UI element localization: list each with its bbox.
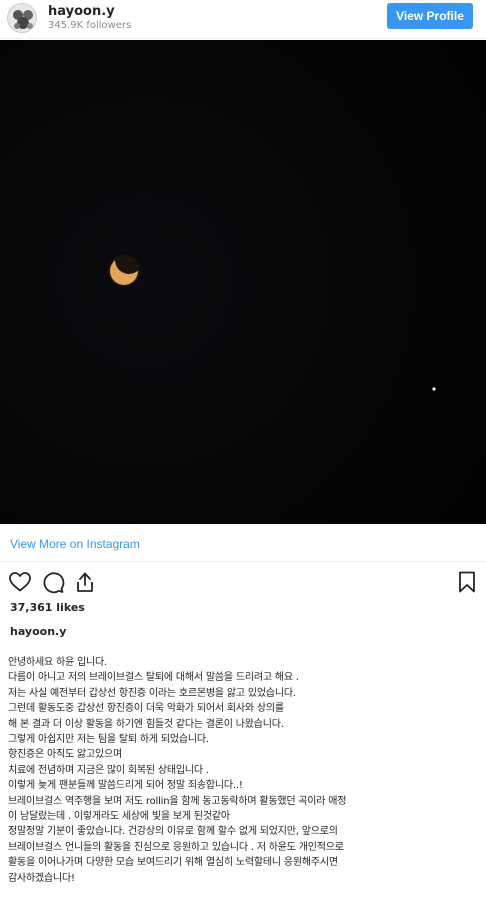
caption-line: 그렇게 아쉽지만 저는 팀을 탈퇴 하게 되었습니다. — [8, 734, 209, 746]
post-caption: 안녕하세요 하윤 입니다. 다름이 아니고 저의 브레이브걸스 탈퇴에 대해서 … — [8, 655, 478, 886]
post-header: hayoon.y 345.9K followers View Profile — [0, 0, 486, 39]
caption-line: 정말정말 기분이 좋았습니다. 건강상의 이유로 함께 할수 없게 되었지만, … — [8, 826, 338, 838]
caption-line: 그런데 활동도중 갑상선 항진증이 더욱 악화가 되어서 회사와 상의를 — [8, 703, 284, 715]
likes-count: 37,361 likes — [10, 601, 85, 614]
caption-line: 브레이브걸스 역주행을 보며 저도 rollin을 함께 동고동락하며 활동했던… — [8, 795, 347, 807]
caption-line: 안녕하세요 하윤 입니다. — [8, 657, 107, 668]
caption-line: 해 본 결과 더 이상 활동을 하기엔 힘들것 같다는 결론이 나왔습니다. — [8, 718, 284, 730]
avatar-image — [8, 4, 36, 32]
caption-line: 활동을 이어나가며 다양한 모습 보여드리기 위해 열심히 노력할테니 응원해주… — [8, 857, 338, 869]
crescent-moon — [0, 40, 486, 524]
caption-line: 감사하겠습니다! — [8, 872, 75, 884]
caption-line: 브레이브걸스 언니들의 활동을 진심으로 응원하고 있습니다 . 저 하윤도 개… — [8, 841, 344, 853]
action-bar — [0, 565, 486, 599]
profile-username[interactable]: hayoon.y — [48, 4, 115, 19]
caption-line: 이 남달랐는데 . 이렇게라도 세상에 빛을 보게 된것같아 — [8, 811, 230, 823]
share-icon[interactable] — [73, 570, 97, 594]
bookmark-icon[interactable] — [455, 570, 479, 594]
caption-line: 다름이 아니고 저의 브레이브걸스 탈퇴에 대해서 말씀을 드리려고 해요 . — [8, 672, 299, 684]
divider — [0, 561, 486, 562]
post-username[interactable]: hayoon.y — [10, 625, 66, 638]
star — [432, 387, 436, 391]
view-more-link[interactable]: View More on Instagram — [10, 537, 140, 551]
view-profile-button[interactable]: View Profile — [387, 3, 473, 29]
night-sky-image — [0, 40, 486, 524]
caption-line: 이렇게 늦게 팬분들께 말씀드리게 되어 정말 죄송합니다..! — [8, 780, 243, 792]
caption-line: 저는 사실 예전부터 갑상선 항진증 이라는 호르몬병을 앓고 있었습니다. — [8, 687, 296, 699]
caption-line: 치료에 전념하며 지금은 많이 회복된 상태입니다 . — [8, 764, 209, 776]
heart-icon[interactable] — [8, 570, 32, 594]
avatar[interactable] — [7, 3, 37, 33]
post-photo[interactable] — [0, 40, 486, 524]
followers-count: 345.9K followers — [48, 20, 132, 31]
caption-line: 항진증은 아직도 앓고있으며 — [8, 749, 122, 761]
comment-icon[interactable] — [41, 570, 65, 594]
